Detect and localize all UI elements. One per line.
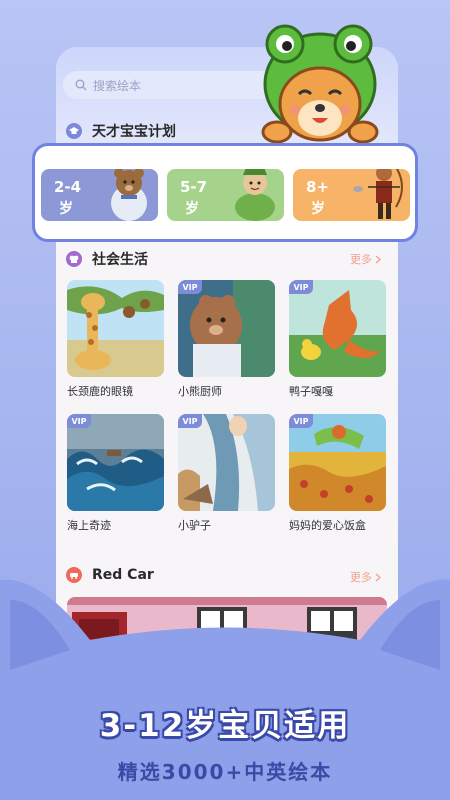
- plan-title: 天才宝宝计划: [92, 124, 176, 140]
- turtle-character-icon: [235, 169, 275, 221]
- search-placeholder: 搜索绘本: [93, 78, 142, 93]
- promo-headline: 3-12岁宝贝适用: [99, 708, 351, 744]
- book-cover: VIP: [67, 414, 164, 511]
- book-card[interactable]: VIP 妈妈的爱心饭盒: [289, 414, 386, 533]
- vip-badge: VIP: [178, 280, 202, 294]
- age-unit: 岁: [59, 201, 73, 217]
- social-more-label: 更多: [350, 253, 372, 266]
- book-title: 长颈鹿的眼镜: [67, 385, 133, 398]
- book-title: 妈妈的爱心饭盒: [289, 519, 366, 532]
- book-cover: VIP: [178, 414, 275, 511]
- book-card[interactable]: 长颈鹿的眼镜: [67, 280, 164, 399]
- graduation-cap-icon: [66, 123, 82, 139]
- social-more-link[interactable]: 更多: [350, 251, 381, 267]
- vip-badge: VIP: [178, 414, 202, 428]
- vip-badge: VIP: [289, 414, 313, 428]
- book-card[interactable]: VIP 小驴子: [178, 414, 275, 533]
- age-card-8-plus[interactable]: 8+ 岁: [293, 169, 410, 221]
- book-card[interactable]: VIP 海上奇迹: [67, 414, 164, 533]
- book-title: 鸭子嘎嘎: [289, 385, 333, 398]
- book-title: 小熊厨师: [178, 385, 222, 398]
- book-title: 海上奇迹: [67, 519, 111, 532]
- book-card[interactable]: VIP 鸭子嘎嘎: [289, 280, 386, 399]
- bear-character-icon: [111, 169, 147, 221]
- social-title: 社会生活: [92, 252, 148, 268]
- chevron-right-icon: [375, 255, 381, 263]
- book-title: 小驴子: [178, 519, 211, 532]
- age-range: 8+: [306, 178, 330, 196]
- social-section-header: 社会生活: [66, 249, 148, 269]
- book-cover: VIP: [178, 280, 275, 377]
- search-icon: [75, 79, 87, 91]
- age-range: 2-4: [54, 178, 82, 196]
- plan-section-header: 天才宝宝计划: [66, 121, 176, 141]
- promo-subline: 精选3000+中英绘本: [117, 760, 333, 784]
- book-cover: [67, 280, 164, 377]
- chef-hat-icon: [66, 251, 82, 267]
- vip-badge: VIP: [67, 414, 91, 428]
- age-range: 5-7: [180, 178, 208, 196]
- book-cover: VIP: [289, 280, 386, 377]
- vip-badge: VIP: [289, 280, 313, 294]
- age-card-2-4[interactable]: 2-4 岁: [41, 169, 158, 221]
- age-card-5-7[interactable]: 5-7 岁: [167, 169, 284, 221]
- frog-bear-mascot-icon: [261, 24, 379, 144]
- archer-character-icon: [353, 169, 403, 219]
- age-unit: 岁: [185, 201, 199, 217]
- age-plan-box: 2-4 岁 5-7 岁 8+ 岁: [32, 143, 418, 242]
- book-card[interactable]: VIP 小熊厨师: [178, 280, 275, 399]
- age-unit: 岁: [311, 201, 325, 217]
- book-cover: VIP: [289, 414, 386, 511]
